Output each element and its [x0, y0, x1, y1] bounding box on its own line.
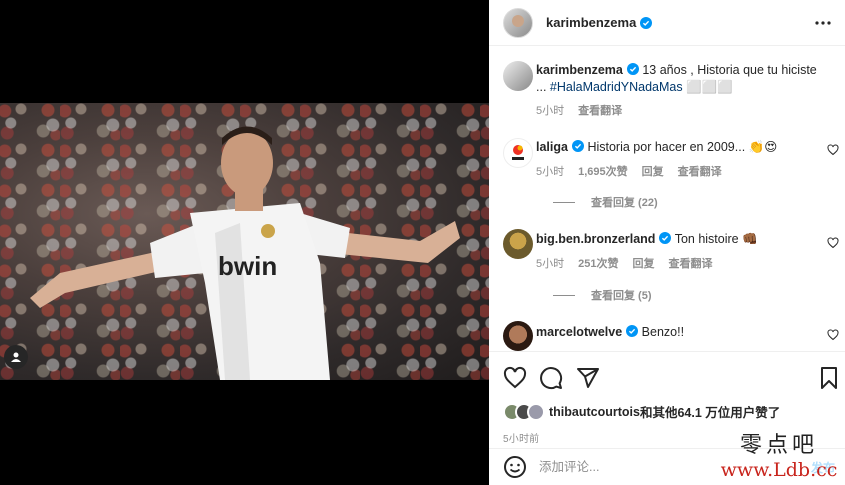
post-detail-panel: karimbenzema karimbenzema 13 años , Hist… [489, 0, 845, 485]
liker-avatars [503, 402, 545, 421]
comment-input[interactable] [539, 460, 789, 474]
verified-icon [659, 232, 672, 244]
post-photo[interactable]: bwin [0, 103, 489, 380]
comment-text: marcelotwelve Benzo!! [536, 324, 684, 341]
post-timestamp[interactable]: 5小时前 [503, 430, 539, 445]
view-replies-button[interactable]: 查看回复 (22) [553, 194, 658, 210]
more-options-button[interactable] [811, 11, 835, 35]
comment-translate[interactable]: 查看翻译 [668, 258, 712, 270]
comment-emoji: 👏😍 [748, 140, 778, 154]
user-tag-button[interactable] [4, 345, 28, 369]
caption-meta: 5小时 查看翻译 [536, 102, 636, 118]
view-replies-button[interactable]: 查看回复 (5) [553, 287, 652, 303]
comment-avatar[interactable] [503, 229, 533, 259]
author-avatar[interactable] [503, 7, 533, 38]
verified-icon [571, 140, 584, 152]
comment-meta: 5小时 1,695次赞 回复 查看翻译 [536, 163, 736, 179]
comment-avatar[interactable] [503, 138, 533, 168]
likes-user[interactable]: thibautcourtois [549, 405, 640, 419]
svg-text:bwin: bwin [218, 251, 277, 281]
comment-likes[interactable]: 251次赞 [578, 258, 618, 270]
comment-time[interactable]: 5小时 [536, 258, 564, 270]
photo-player-figure: bwin [30, 126, 460, 380]
comment-translate[interactable]: 查看翻译 [678, 166, 722, 178]
replies-divider [553, 294, 575, 296]
comment-text: laliga Historia por hacer en 2009... 👏😍 [536, 139, 777, 156]
comment-time[interactable]: 5小时 [536, 166, 564, 178]
caption-text: karimbenzema 13 años , Historia que tu h… [536, 62, 826, 96]
caption-emoji: ⬜⬜⬜ [686, 80, 733, 94]
caption-hashtag[interactable]: #HalaMadridYNadaMas [550, 80, 683, 94]
caption-translate[interactable]: 查看翻译 [578, 105, 622, 117]
comment-body: Ton histoire [674, 232, 743, 246]
media-pane: bwin [0, 0, 489, 485]
comment-body: Historia por hacer en 2009... [587, 140, 749, 154]
caption-time[interactable]: 5小时 [536, 105, 564, 117]
action-bar [489, 351, 845, 401]
heart-icon[interactable] [827, 329, 839, 341]
share-icon[interactable] [576, 366, 600, 390]
view-replies-label: 查看回复 (5) [591, 290, 652, 302]
replies-divider [553, 201, 575, 203]
comment-body: Benzo!! [641, 325, 685, 339]
verified-icon [626, 325, 639, 337]
likes-rest[interactable]: 和其他64.1 万位用户赞了 [640, 402, 780, 421]
view-replies-label: 查看回复 (22) [591, 197, 658, 209]
user-tag-icon [11, 352, 21, 362]
comment-username[interactable]: marcelotwelve [536, 325, 622, 339]
emoji-icon[interactable] [503, 455, 527, 479]
comment-meta: 5小时 251次赞 回复 查看翻译 [536, 255, 726, 271]
heart-icon[interactable] [827, 144, 839, 156]
caption-username[interactable]: karimbenzema [536, 63, 623, 77]
add-comment-bar: 发布 [489, 448, 845, 485]
heart-icon[interactable] [827, 237, 839, 249]
bookmark-icon[interactable] [817, 366, 841, 390]
comment-emoji: 👊🏾 [742, 232, 758, 246]
comment-avatar[interactable] [503, 321, 533, 351]
post-header: karimbenzema [489, 0, 845, 46]
comment-username[interactable]: laliga [536, 140, 568, 154]
comment-reply-button[interactable]: 回复 [632, 258, 654, 270]
verified-icon [640, 16, 653, 29]
comment-text: big.ben.bronzerland Ton histoire 👊🏾 [536, 231, 758, 248]
comment-reply-button[interactable]: 回复 [642, 166, 664, 178]
author-username[interactable]: karimbenzema [546, 15, 636, 30]
comment-icon[interactable] [539, 366, 563, 390]
caption-avatar[interactable] [503, 61, 533, 91]
more-icon [815, 21, 831, 25]
comment-username[interactable]: big.ben.bronzerland [536, 232, 655, 246]
post-comment-button[interactable]: 发布 [811, 459, 835, 476]
heart-icon[interactable] [503, 366, 527, 390]
likes-summary[interactable]: thibautcourtois 和其他64.1 万位用户赞了 [503, 402, 780, 421]
liker-avatar [527, 402, 545, 421]
comment-likes[interactable]: 1,695次赞 [578, 166, 628, 178]
comments-list[interactable]: karimbenzema 13 años , Historia que tu h… [489, 47, 845, 351]
verified-icon [626, 63, 639, 75]
laliga-logo-icon [512, 145, 524, 160]
